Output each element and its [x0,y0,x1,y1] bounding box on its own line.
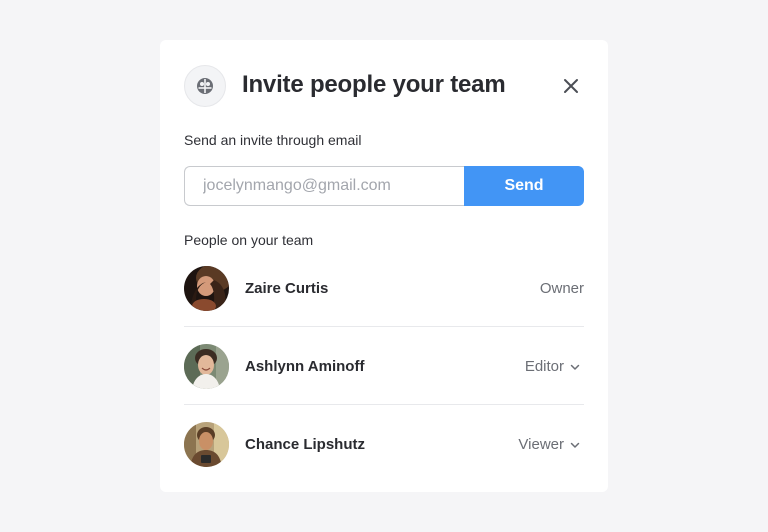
member-row: Zaire Curtis Owner [184,266,584,312]
dialog-title: Invite people your team [242,71,506,98]
team-icon [184,65,226,107]
member-name: Zaire Curtis [245,280,329,297]
close-icon [564,79,578,93]
team-label: People on your team [184,232,314,248]
role-label: Owner [539,280,584,297]
member-role: Owner [540,280,584,297]
member-name: Chance Lipshutz [245,436,366,453]
avatar [184,422,229,467]
role-label: Viewer [518,436,564,453]
invite-label: Send an invite through email [184,132,362,148]
role-label: Editor [524,358,564,375]
member-row: Ashlynn Aminoff Editor [184,344,584,390]
avatar [184,344,229,389]
member-name: Ashlynn Aminoff [245,358,365,375]
email-input[interactable] [184,166,465,206]
role-dropdown[interactable]: Viewer [518,436,580,453]
role-dropdown[interactable]: Editor [525,358,580,375]
avatar [184,266,229,311]
invite-dialog: Invite people your team Send an invite t… [160,40,608,492]
invite-form: Send [184,166,584,206]
send-button[interactable]: Send [464,166,584,206]
dialog-header: Invite people your team [184,65,584,107]
chevron-down-icon [570,442,580,448]
chevron-down-icon [570,364,580,370]
divider [184,404,584,405]
close-button[interactable] [558,73,584,99]
member-row: Chance Lipshutz Viewer [184,422,584,468]
divider [184,326,584,327]
